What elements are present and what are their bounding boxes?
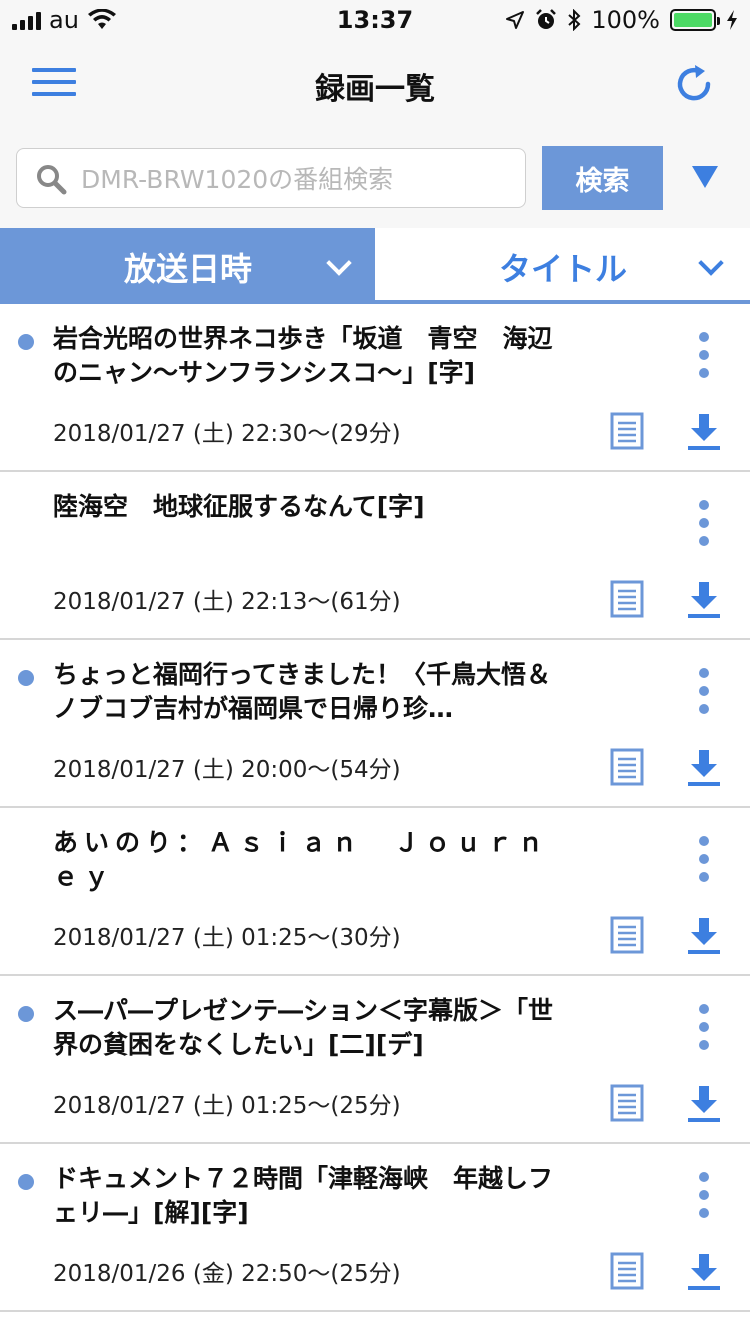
status-bar: au 13:37 100% bbox=[0, 0, 750, 40]
program-title: 岩合光昭の世界ネコ歩き「坂道 青空 海辺のニャン〜サンフランシスコ〜」[字] bbox=[53, 324, 553, 387]
broadcast-date: 2018/01/27 (土) 20:00〜(54分) bbox=[53, 757, 401, 783]
broadcast-date: 2018/01/27 (土) 22:30〜(29分) bbox=[53, 421, 401, 447]
list-item[interactable]: 陸海空 地球征服するなんて[字] 2018/01/27 (土) 22:13〜(6… bbox=[0, 472, 750, 640]
program-title: ドキュメント７２時間「津軽海峡 年越しフェリ―」[解][字] bbox=[53, 1164, 554, 1227]
list-item[interactable]: 岩合光昭の世界ネコ歩き「坂道 青空 海辺のニャン〜サンフランシスコ〜」[字] 2… bbox=[0, 304, 750, 472]
download-icon[interactable] bbox=[686, 748, 722, 788]
list-item[interactable] bbox=[0, 1312, 750, 1334]
search-bar: 検索 bbox=[0, 128, 750, 228]
more-options-icon[interactable] bbox=[694, 836, 714, 882]
sort-tab-title[interactable]: タイトル bbox=[375, 228, 750, 300]
broadcast-date: 2018/01/27 (土) 01:25〜(25分) bbox=[53, 1093, 401, 1119]
location-arrow-icon bbox=[506, 11, 525, 29]
battery-percentage: 100% bbox=[591, 6, 660, 34]
list-item[interactable]: あいのり：Ａｓｉａｎ Ｊｏｕｒｎｅｙ 2018/01/27 (土) 01:25〜… bbox=[0, 808, 750, 976]
program-title: ちょっと福岡行ってきました！〈千鳥大悟＆ノブコブ吉村が福岡県で日帰り珍… bbox=[53, 660, 552, 723]
more-options-icon[interactable] bbox=[694, 1172, 714, 1218]
program-details-icon[interactable] bbox=[610, 748, 644, 786]
download-icon[interactable] bbox=[686, 1252, 722, 1292]
program-details-icon[interactable] bbox=[610, 1084, 644, 1122]
page-title: 録画一覧 bbox=[315, 72, 435, 107]
alarm-icon bbox=[536, 9, 557, 29]
more-options-icon[interactable] bbox=[694, 1004, 714, 1050]
program-title: あいのり：Ａｓｉａｎ Ｊｏｕｒｎｅｙ bbox=[53, 828, 550, 891]
broadcast-date: 2018/01/27 (土) 22:13〜(61分) bbox=[53, 589, 401, 615]
status-bar-right: 100% bbox=[505, 6, 738, 34]
sort-tab-label: 放送日時 bbox=[123, 250, 252, 288]
refresh-icon[interactable] bbox=[672, 62, 716, 106]
search-input[interactable] bbox=[81, 157, 511, 201]
nav-bar: 録画一覧 bbox=[0, 40, 750, 128]
unwatched-dot-icon bbox=[18, 1174, 34, 1190]
search-options-dropdown-icon[interactable] bbox=[692, 166, 718, 188]
program-title: 陸海空 地球征服するなんて[字] bbox=[53, 492, 425, 521]
program-title: ス―パ―プレゼンテ―ション＜字幕版＞「世界の貧困をなくしたい」[二][デ] bbox=[53, 996, 554, 1059]
download-icon[interactable] bbox=[686, 916, 722, 956]
more-options-icon[interactable] bbox=[694, 500, 714, 546]
list-item[interactable]: ドキュメント７２時間「津軽海峡 年越しフェリ―」[解][字] 2018/01/2… bbox=[0, 1144, 750, 1312]
broadcast-date: 2018/01/27 (土) 01:25〜(30分) bbox=[53, 925, 401, 951]
download-icon[interactable] bbox=[686, 580, 722, 620]
search-button[interactable]: 検索 bbox=[542, 146, 663, 210]
unwatched-dot-icon bbox=[18, 670, 34, 686]
unwatched-dot-icon bbox=[18, 334, 34, 350]
unwatched-dot-icon bbox=[18, 1006, 34, 1022]
sort-tab-broadcast-date[interactable]: 放送日時 bbox=[0, 228, 375, 300]
bluetooth-icon bbox=[568, 9, 581, 31]
list-item[interactable]: ちょっと福岡行ってきました！〈千鳥大悟＆ノブコブ吉村が福岡県で日帰り珍… 201… bbox=[0, 640, 750, 808]
sort-tab-label: タイトル bbox=[498, 250, 627, 288]
list-item[interactable]: ス―パ―プレゼンテ―ション＜字幕版＞「世界の貧困をなくしたい」[二][デ] 20… bbox=[0, 976, 750, 1144]
battery-icon bbox=[670, 9, 720, 31]
program-details-icon[interactable] bbox=[610, 916, 644, 954]
search-icon bbox=[37, 165, 67, 195]
more-options-icon[interactable] bbox=[694, 332, 714, 378]
more-options-icon[interactable] bbox=[694, 668, 714, 714]
search-field bbox=[16, 148, 526, 208]
broadcast-date: 2018/01/26 (金) 22:50〜(25分) bbox=[53, 1261, 401, 1287]
program-details-icon[interactable] bbox=[610, 580, 644, 618]
recording-list: 岩合光昭の世界ネコ歩き「坂道 青空 海辺のニャン〜サンフランシスコ〜」[字] 2… bbox=[0, 304, 750, 1334]
charging-bolt-icon bbox=[727, 10, 737, 30]
download-icon[interactable] bbox=[686, 412, 722, 452]
sort-tabs: 放送日時 タイトル bbox=[0, 228, 750, 304]
program-details-icon[interactable] bbox=[610, 1252, 644, 1290]
download-icon[interactable] bbox=[686, 1084, 722, 1124]
program-details-icon[interactable] bbox=[610, 412, 644, 450]
